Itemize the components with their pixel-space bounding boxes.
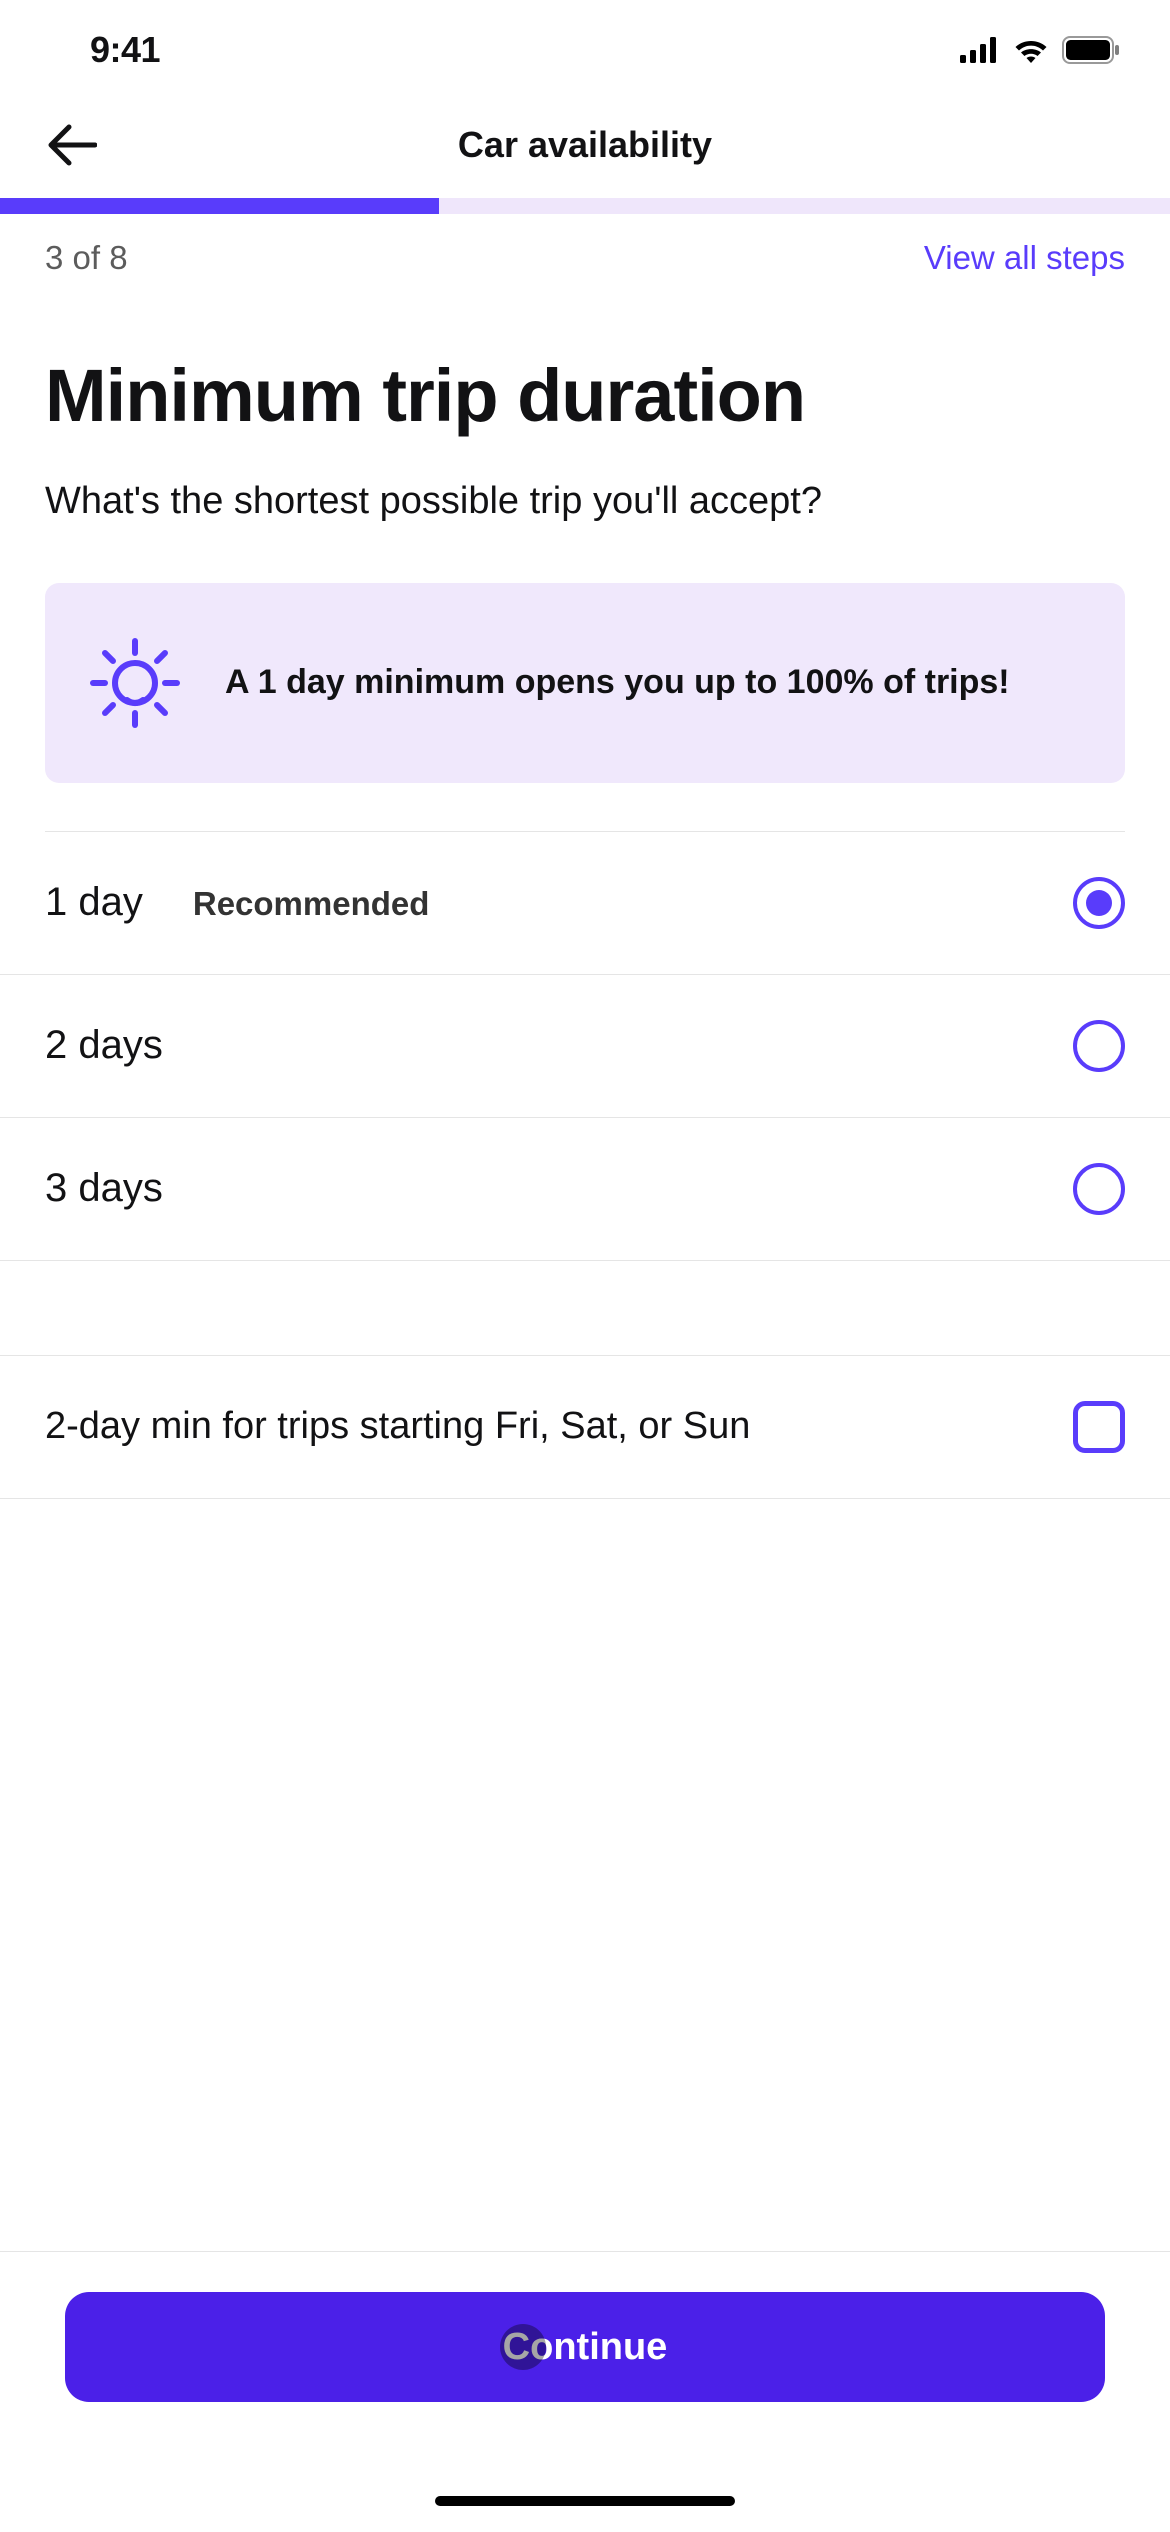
footer: Continue <box>0 2251 1170 2532</box>
info-text: A 1 day minimum opens you up to 100% of … <box>225 663 1010 702</box>
status-indicators <box>960 36 1120 64</box>
home-indicator[interactable] <box>435 2496 735 2506</box>
option-1day[interactable]: 1 day Recommended <box>0 832 1170 975</box>
progress-fill <box>0 198 439 214</box>
radio-unselected[interactable] <box>1073 1020 1125 1072</box>
view-all-steps-link[interactable]: View all steps <box>924 239 1125 277</box>
checkbox-unchecked[interactable] <box>1073 1401 1125 1453</box>
arrow-left-icon <box>47 124 97 166</box>
option-label: 1 day <box>45 880 143 925</box>
step-count: 3 of 8 <box>45 239 128 277</box>
info-tip-box: A 1 day minimum opens you up to 100% of … <box>45 583 1125 783</box>
radio-unselected[interactable] <box>1073 1163 1125 1215</box>
navigation-bar: Car availability <box>0 100 1170 190</box>
option-2days[interactable]: 2 days <box>0 975 1170 1118</box>
touch-indicator <box>500 2324 546 2370</box>
weekend-label: 2-day min for trips starting Fri, Sat, o… <box>45 1405 750 1448</box>
progress-bar <box>0 198 1170 214</box>
back-button[interactable] <box>40 113 104 177</box>
status-bar: 9:41 <box>0 0 1170 100</box>
section-gap <box>0 1261 1170 1356</box>
options-list: 1 day Recommended 2 days 3 days 2-day mi… <box>45 831 1125 1499</box>
continue-button[interactable]: Continue <box>65 2292 1105 2402</box>
weekend-min-option[interactable]: 2-day min for trips starting Fri, Sat, o… <box>0 1356 1170 1499</box>
recommended-tag: Recommended <box>193 885 430 923</box>
option-label: 3 days <box>45 1166 163 1211</box>
lightbulb-icon <box>85 633 185 733</box>
cellular-icon <box>960 37 1000 63</box>
option-label: 2 days <box>45 1023 163 1068</box>
battery-icon <box>1062 36 1120 64</box>
heading: Minimum trip duration <box>45 357 1125 435</box>
status-time: 9:41 <box>90 29 160 71</box>
wifi-icon <box>1012 36 1050 64</box>
page-title: Car availability <box>458 124 712 166</box>
subheading: What's the shortest possible trip you'll… <box>45 480 1125 523</box>
option-3days[interactable]: 3 days <box>0 1118 1170 1261</box>
step-indicator-row: 3 of 8 View all steps <box>0 214 1170 277</box>
radio-selected[interactable] <box>1073 877 1125 929</box>
